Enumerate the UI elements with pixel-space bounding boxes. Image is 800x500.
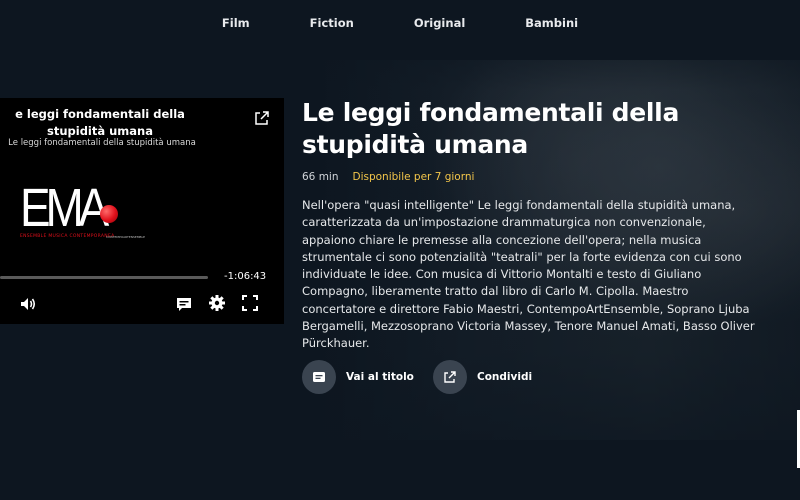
logo-small-text: CONTEMPOARTENSEMBLE xyxy=(106,235,146,239)
video-player[interactable]: e leggi fondamentali della stupidità uma… xyxy=(0,98,284,324)
player-share-button[interactable] xyxy=(252,108,272,128)
volume-button[interactable] xyxy=(18,294,38,314)
time-remaining: -1:06:43 xyxy=(224,271,267,282)
progress-bar[interactable] xyxy=(0,276,208,279)
ema-logo: EMA ENSEMBLE MUSICA CONTEMPORANEA CONTEM… xyxy=(18,178,145,239)
logo-wordmark: EMA xyxy=(20,178,109,238)
subtitles-icon xyxy=(177,298,191,311)
content-description: Nell'opera "quasi intelligente" Le leggi… xyxy=(302,198,755,351)
message-icon xyxy=(313,372,325,382)
logo-red-dot xyxy=(100,205,118,223)
nav-item-fiction[interactable]: Fiction xyxy=(280,16,384,30)
share-button[interactable]: Condividi xyxy=(433,360,532,394)
settings-icon xyxy=(209,295,225,311)
top-navigation: Film Fiction Original Bambini xyxy=(0,0,800,46)
player-subtitle: Le leggi fondamentali della stupidità um… xyxy=(8,138,196,148)
nav-item-film[interactable]: Film xyxy=(192,16,280,30)
settings-button[interactable] xyxy=(207,293,227,313)
nav-item-original[interactable]: Original xyxy=(384,16,495,30)
fullscreen-button[interactable] xyxy=(240,293,260,313)
content-meta: 66 min Disponibile per 7 giorni xyxy=(302,171,474,183)
share-label[interactable]: Condividi xyxy=(477,371,532,383)
duration-label: 66 min xyxy=(302,171,339,183)
share-icon xyxy=(444,371,456,383)
subtitles-button[interactable] xyxy=(174,294,194,314)
go-to-title-label[interactable]: Vai al titolo xyxy=(346,371,414,383)
go-to-title-circle[interactable] xyxy=(302,360,336,394)
fullscreen-icon xyxy=(242,295,258,311)
nav-item-bambini[interactable]: Bambini xyxy=(495,16,608,30)
go-to-title-button[interactable]: Vai al titolo xyxy=(302,360,414,394)
player-title: e leggi fondamentali della stupidità uma… xyxy=(15,107,185,138)
availability-label: Disponibile per 7 giorni xyxy=(352,171,475,183)
logo-tagline: ENSEMBLE MUSICA CONTEMPORANEA xyxy=(20,234,115,239)
content-title: Le leggi fondamentali della stupidità um… xyxy=(302,98,680,159)
share-circle[interactable] xyxy=(433,360,467,394)
share-icon xyxy=(255,111,269,125)
volume-icon xyxy=(21,298,36,310)
